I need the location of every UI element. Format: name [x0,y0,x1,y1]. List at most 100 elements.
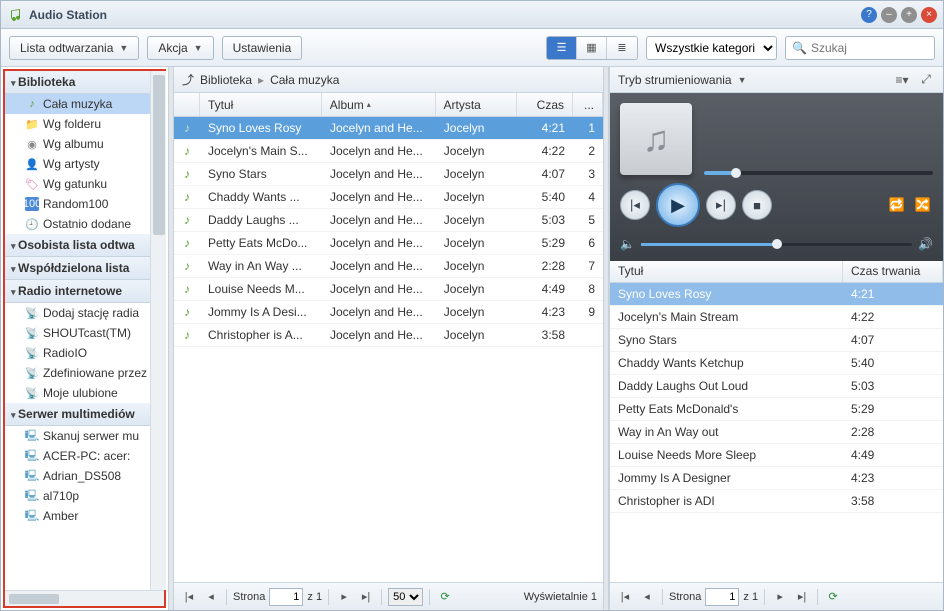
table-row[interactable]: ♪Way in An Way ...Jocelyn and He...Jocel… [174,255,603,278]
table-row[interactable]: ♪Daddy Laughs ...Jocelyn and He...Jocely… [174,209,603,232]
category-select[interactable]: Wszystkie kategori [646,36,777,60]
qpage-of-label: z 1 [743,591,758,603]
prev-button[interactable]: |◂ [620,190,650,220]
table-row[interactable]: ♪Jocelyn's Main S...Jocelyn and He...Joc… [174,140,603,163]
tree-group[interactable]: Osobista lista odtwa [5,234,164,257]
queue-row[interactable]: Syno Stars4:07 [610,329,943,352]
stop-button[interactable]: ■ [742,190,772,220]
playlist-menu-button[interactable]: Lista odtwarzania▼ [9,36,139,60]
queue-row[interactable]: Daddy Laughs Out Loud5:03 [610,375,943,398]
qpage-last-button[interactable]: ▸| [793,588,811,606]
qpage-refresh-button[interactable]: ⟳ [824,588,842,606]
table-row[interactable]: ♪Louise Needs M...Jocelyn and He...Jocel… [174,278,603,301]
queue-row[interactable]: Chaddy Wants Ketchup5:40 [610,352,943,375]
progress-bar[interactable] [704,171,933,175]
server-icon: 🖳 [25,429,39,443]
hundred-icon: 100 [25,197,39,211]
qpage-next-button[interactable]: ▸ [771,588,789,606]
tree-group[interactable]: Biblioteka [5,71,164,94]
view-list-button[interactable]: ☰ [547,37,577,59]
table-row[interactable]: ♪Syno StarsJocelyn and He...Jocelyn4:073 [174,163,603,186]
table-row[interactable]: ♪Syno Loves RosyJocelyn and He...Jocelyn… [174,117,603,140]
breadcrumb-up-icon[interactable]: ⤴ [182,71,194,88]
tree-item[interactable]: 🖳Skanuj serwer mu [5,426,164,446]
stream-mode-label[interactable]: Tryb strumieniowania [618,73,732,87]
close-button[interactable]: × [921,7,937,23]
sidebar-vscroll[interactable] [150,71,166,590]
tree-item[interactable]: 🏷Wg gatunku [5,174,164,194]
queue-col-title[interactable]: Tytuł [610,261,843,282]
col-title[interactable]: Tytuł [200,93,322,116]
radio-icon: 📡 [25,346,39,360]
tree-item[interactable]: 🖳Adrian_DS508 [5,466,164,486]
table-row[interactable]: ♪Jommy Is A Desi...Jocelyn and He...Joce… [174,301,603,324]
sidebar-hscroll[interactable] [5,590,164,606]
search-input[interactable] [811,41,928,55]
shuffle-button[interactable]: 🔀 [913,195,933,215]
queue-row[interactable]: Louise Needs More Sleep4:49 [610,444,943,467]
col-icon[interactable] [174,93,200,116]
tree-item[interactable]: 🖳Amber [5,506,164,526]
tree-group[interactable]: Serwer multimediów [5,403,164,426]
queue-expand-button[interactable]: ⤢ [917,71,935,89]
search-box[interactable]: 🔍 [785,36,935,60]
settings-button[interactable]: Ustawienia [222,36,303,60]
volume-slider[interactable] [641,243,912,246]
cell-duration: 5:29 [517,236,573,250]
tree-group[interactable]: Współdzielona lista [5,257,164,280]
minimize-button[interactable]: – [881,7,897,23]
help-button[interactable]: ? [861,7,877,23]
qpage-prev-button[interactable]: ◂ [638,588,656,606]
tree-item[interactable]: 🖳al710p [5,486,164,506]
col-artist[interactable]: Artysta [436,93,517,116]
queue-row[interactable]: Jommy Is A Designer4:23 [610,467,943,490]
page-next-button[interactable]: ▸ [335,588,353,606]
qpage-input[interactable] [705,588,739,606]
page-size-select[interactable]: 50 [388,588,423,606]
tree-item[interactable]: ♪Cała muzyka [5,94,164,114]
view-grid-button[interactable]: ▦ [577,37,607,59]
cell-number: 8 [573,282,603,296]
tree-item[interactable]: 👤Wg artysty [5,154,164,174]
tree-item[interactable]: 📡Zdefiniowane przez [5,363,164,383]
queue-col-duration[interactable]: Czas trwania [843,261,943,282]
next-button[interactable]: ▸| [706,190,736,220]
page-refresh-button[interactable]: ⟳ [436,588,454,606]
table-row[interactable]: ♪Petty Eats McDo...Jocelyn and He...Joce… [174,232,603,255]
page-prev-button[interactable]: ◂ [202,588,220,606]
tree-group[interactable]: Radio internetowe [5,280,164,303]
table-row[interactable]: ♪Chaddy Wants ...Jocelyn and He...Jocely… [174,186,603,209]
tree-item[interactable]: 📁Wg folderu [5,114,164,134]
play-button[interactable]: ▶ [656,183,700,227]
queue-row[interactable]: Christopher is ADI3:58 [610,490,943,513]
repeat-button[interactable]: 🔁 [887,195,907,215]
page-first-button[interactable]: |◂ [180,588,198,606]
tree-item[interactable]: 100Random100 [5,194,164,214]
tree-item[interactable]: 🕘Ostatnio dodane [5,214,164,234]
col-duration[interactable]: Czas [517,93,573,116]
table-row[interactable]: ♪Christopher is A...Jocelyn and He...Joc… [174,324,603,347]
tree-item[interactable]: 📡Dodaj stację radia [5,303,164,323]
tree-item[interactable]: 📡Moje ulubione [5,383,164,403]
tree-item[interactable]: 📡RadioIO [5,343,164,363]
action-menu-button[interactable]: Akcja▼ [147,36,213,60]
sidebar: Biblioteka♪Cała muzyka📁Wg folderu◉Wg alb… [3,69,166,608]
queue-menu-button[interactable]: ≡▾ [893,71,911,89]
page-last-button[interactable]: ▸| [357,588,375,606]
tree-item[interactable]: ◉Wg albumu [5,134,164,154]
qpage-first-button[interactable]: |◂ [616,588,634,606]
tree-item[interactable]: 🖳ACER-PC: acer: [5,446,164,466]
col-extra[interactable]: ... [573,93,603,116]
queue-row[interactable]: Way in An Way out2:28 [610,421,943,444]
queue-row[interactable]: Jocelyn's Main Stream4:22 [610,306,943,329]
queue-row[interactable]: Syno Loves Rosy4:21 [610,283,943,306]
tree-item[interactable]: 📡SHOUTcast(TM) [5,323,164,343]
caret-down-icon: ▼ [738,75,747,85]
page-input[interactable] [269,588,303,606]
breadcrumb-root[interactable]: Biblioteka [200,73,252,87]
queue-row[interactable]: Petty Eats McDonald's5:29 [610,398,943,421]
view-compact-button[interactable]: ≣ [607,37,637,59]
col-album[interactable]: Album [322,93,436,116]
body: Biblioteka♪Cała muzyka📁Wg folderu◉Wg alb… [1,67,943,610]
maximize-button[interactable]: + [901,7,917,23]
